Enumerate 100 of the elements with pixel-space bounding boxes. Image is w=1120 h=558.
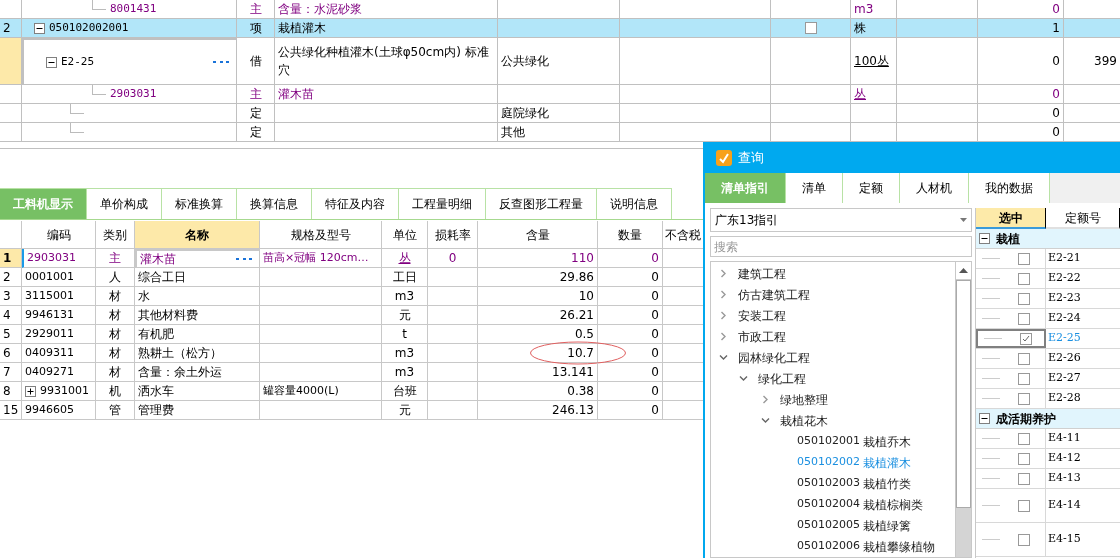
detail-tab[interactable]: 工程量明细 [399, 188, 486, 219]
quota-row[interactable]: E4-14 [976, 489, 1120, 523]
detail-tab[interactable]: 换算信息 [237, 188, 312, 219]
checkbox[interactable] [1018, 352, 1030, 365]
column-header[interactable]: 规格及型号 [260, 221, 382, 249]
chevron-right-icon[interactable] [719, 290, 728, 299]
table-row[interactable]: 4 9946131 材 其他材料费 元 26.21 0 [0, 306, 703, 325]
table-row[interactable]: 6 0409311 材 熟耕土（松方） m3 10.7 0 [0, 344, 703, 363]
quota-row[interactable]: E2-25 [976, 329, 1120, 349]
column-header[interactable]: 数量 [598, 221, 663, 249]
quota-row[interactable]: E2-23 [976, 289, 1120, 309]
column-header[interactable]: 损耗率 [428, 221, 478, 249]
quota-row[interactable]: E2-26 [976, 349, 1120, 369]
quota-row[interactable]: E2-22 [976, 269, 1120, 289]
tree-item[interactable]: 建筑工程 [711, 263, 955, 284]
chevron-right-icon[interactable] [719, 332, 728, 341]
quota-row[interactable]: E4-11 [976, 429, 1120, 449]
checkbox[interactable] [1018, 392, 1030, 405]
grid-row[interactable]: 2 050102002001 项 栽植灌木 株 1 [0, 19, 1120, 38]
table-row[interactable]: 15 9946605 管 管理费 元 246.13 0 [0, 401, 703, 420]
checkbox[interactable] [804, 22, 817, 34]
tree-item[interactable]: 050102005 栽植绿篱 [711, 515, 955, 536]
tree-item[interactable]: 绿化工程 [711, 368, 955, 389]
quota-row[interactable]: E2-27 [976, 369, 1120, 389]
detail-tab[interactable]: 说明信息 [597, 188, 672, 219]
tree-item[interactable]: 050102006 栽植攀缘植物 [711, 536, 955, 557]
grid-row[interactable]: E2-25 借 公共绿化种植灌木(土球φ50cm内) 标准穴 公共绿化 100丛 0 399 [0, 38, 1120, 85]
checkbox[interactable] [1018, 272, 1030, 285]
column-header[interactable]: 单位 [382, 221, 428, 249]
group-row[interactable]: 成活期养护 [976, 409, 1120, 429]
checkbox[interactable] [1018, 252, 1030, 265]
checkbox[interactable] [1018, 452, 1030, 465]
quota-row[interactable]: E2-24 [976, 309, 1120, 329]
grid-row[interactable]: 2903031 主 灌木苗 丛 0 [0, 85, 1120, 104]
dialog-tab[interactable]: 定额 [843, 173, 900, 203]
chevron-right-icon[interactable] [761, 395, 770, 404]
grid-row[interactable]: 8001431 主 含量：水泥砂浆 m3 0 [0, 0, 1120, 19]
tree-item[interactable]: 园林绿化工程 [711, 347, 955, 368]
tree-item[interactable]: 050102004 栽植棕榈类 [711, 494, 955, 515]
checkbox[interactable] [1018, 372, 1030, 385]
table-row[interactable]: 7 0409271 材 含量：余土外运 m3 13.141 0 [0, 363, 703, 382]
detail-tab[interactable]: 反查图形工程量 [486, 188, 597, 219]
row-header-cell[interactable]: 15 [0, 401, 22, 420]
collapse-toggle-icon[interactable] [34, 22, 45, 34]
quota-row[interactable]: E4-15 [976, 523, 1120, 557]
chevron-down-icon[interactable] [719, 353, 728, 362]
scrollbar[interactable] [955, 262, 971, 557]
column-header[interactable]: 类别 [96, 221, 135, 249]
column-header[interactable]: 选中 [976, 208, 1046, 229]
expand-toggle-icon[interactable] [25, 385, 36, 397]
tree-item[interactable]: 050102001 栽植乔木 [711, 431, 955, 452]
chevron-right-icon[interactable] [719, 311, 728, 320]
guide-dropdown[interactable]: 广东13指引 [710, 208, 972, 232]
quota-row[interactable]: E2-21 [976, 249, 1120, 269]
scroll-up-icon[interactable] [959, 268, 968, 273]
tree-item[interactable]: 050102002 栽植灌木 [711, 452, 955, 473]
checkbox[interactable] [1018, 432, 1030, 445]
chevron-down-icon[interactable] [761, 416, 770, 425]
table-row[interactable]: 5 2929011 材 有机肥 t 0.5 0 [0, 325, 703, 344]
detail-tab[interactable]: 标准换算 [162, 188, 237, 219]
row-header-cell[interactable]: 1 [0, 249, 22, 268]
row-header-cell[interactable] [0, 38, 22, 85]
dialog-tab[interactable]: 人材机 [900, 173, 969, 203]
collapse-toggle-icon[interactable] [979, 413, 990, 424]
column-header[interactable]: 编码 [22, 221, 96, 249]
row-header-cell[interactable] [0, 123, 22, 142]
tree-item[interactable]: 栽植花木 [711, 410, 955, 431]
grid-row[interactable]: 定 其他 0 [0, 123, 1120, 142]
column-header[interactable]: 名称 [135, 221, 260, 249]
tree-item[interactable]: 市政工程 [711, 326, 955, 347]
checkbox[interactable] [1020, 332, 1032, 345]
detail-tab[interactable]: 特征及内容 [312, 188, 399, 219]
group-row[interactable]: 栽植 [976, 229, 1120, 249]
tree-item[interactable]: 安装工程 [711, 305, 955, 326]
quota-row[interactable]: E4-13 [976, 469, 1120, 489]
dialog-tab[interactable]: 我的数据 [969, 173, 1050, 203]
tree-item[interactable]: 绿地整理 [711, 389, 955, 410]
checkbox[interactable] [1018, 292, 1030, 305]
table-row[interactable]: 3 3115001 材 水 m3 10 0 [0, 287, 703, 306]
dialog-tab[interactable]: 清单 [786, 173, 843, 203]
checkbox[interactable] [1018, 533, 1030, 546]
detail-tab[interactable]: 单价构成 [87, 188, 162, 219]
grid-row[interactable]: 定 庭院绿化 0 [0, 104, 1120, 123]
table-row[interactable]: 1 2903031 主 灌木苗 苗高×冠幅 120cm… 丛 0 110 0 [0, 249, 703, 268]
table-row[interactable]: 8 9931001 机 洒水车 罐容量4000(L) 台班 0.38 0 [0, 382, 703, 401]
search-field[interactable]: 搜索 [710, 236, 972, 257]
checkbox[interactable] [1018, 472, 1030, 485]
collapse-toggle-icon[interactable] [979, 233, 990, 244]
chevron-down-icon[interactable] [739, 374, 748, 383]
column-header[interactable]: 定额号 [1046, 208, 1120, 229]
checkbox[interactable] [1018, 499, 1030, 512]
checkbox[interactable] [1018, 312, 1030, 325]
quota-row[interactable]: E4-12 [976, 449, 1120, 469]
column-header[interactable]: 含量 [478, 221, 598, 249]
tree-item[interactable]: 仿古建筑工程 [711, 284, 955, 305]
code-text: 050102004 [797, 496, 861, 513]
collapse-toggle-icon[interactable] [46, 56, 57, 68]
table-row[interactable]: 2 0001001 人 综合工日 工日 29.86 0 [0, 268, 703, 287]
chevron-right-icon[interactable] [719, 269, 728, 278]
tree-item[interactable]: 050102003 栽植竹类 [711, 473, 955, 494]
